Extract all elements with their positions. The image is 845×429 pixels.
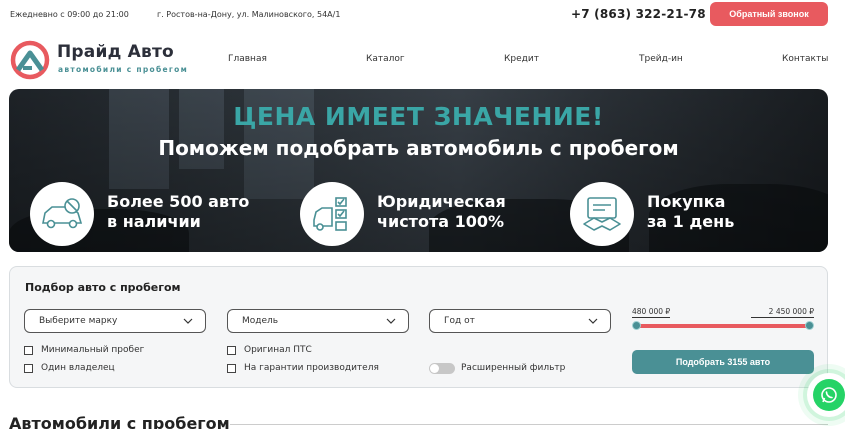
- brand-tagline: автомобили с пробегом: [58, 65, 189, 74]
- section-title: Автомобили с пробегом: [9, 414, 230, 429]
- whatsapp-icon: [813, 379, 845, 411]
- price-min-input[interactable]: 480 000 ₽: [632, 307, 671, 318]
- feature-text: Более 500 авто в наличии: [107, 192, 249, 232]
- feature-text: Юридическая чистота 100%: [377, 192, 506, 232]
- checkbox-label: Один владелец: [41, 363, 115, 373]
- nav-item-credit[interactable]: Кредит: [504, 54, 539, 64]
- callback-button[interactable]: Обратный звонок: [710, 2, 828, 26]
- search-cars-button[interactable]: Подобрать 3155 авто: [632, 350, 814, 374]
- feature-text: Покупка за 1 день: [647, 192, 734, 232]
- handshake-contract-icon: [570, 182, 634, 246]
- brand-select[interactable]: Выберите марку: [24, 309, 206, 333]
- chevron-down-icon: [386, 318, 396, 324]
- banner-subline: Поможем подобрать автомобиль с пробегом: [158, 136, 679, 160]
- working-hours: Ежедневно с 09:00 до 21:00: [10, 10, 129, 19]
- car-filter-panel: Подбор авто с пробегом Выберите марку Мо…: [9, 266, 828, 388]
- year-select-value: Год от: [444, 316, 475, 326]
- model-select-value: Модель: [242, 316, 279, 326]
- main-header: Прайд Авто автомобили с пробегом Главная…: [0, 36, 845, 84]
- nav-item-contacts[interactable]: Контакты: [782, 54, 828, 64]
- price-range-min-handle[interactable]: [632, 321, 641, 330]
- logo-icon[interactable]: [10, 40, 50, 80]
- price-range-max-handle[interactable]: [805, 321, 814, 330]
- checkbox-box[interactable]: [227, 345, 236, 355]
- feature-line: Покупка: [647, 192, 726, 211]
- checkbox-label: Оригинал ПТС: [244, 345, 312, 355]
- nav-item-catalog[interactable]: Каталог: [366, 54, 405, 64]
- banner-headline: ЦЕНА ИМЕЕТ ЗНАЧЕНИЕ!: [233, 102, 604, 131]
- checkbox-box[interactable]: [24, 345, 33, 355]
- advanced-filter-toggle[interactable]: [429, 363, 455, 374]
- model-select[interactable]: Модель: [227, 309, 409, 333]
- price-max-input[interactable]: 2 450 000 ₽: [751, 307, 814, 318]
- checkbox-warranty[interactable]: На гарантии производителя: [227, 363, 379, 373]
- brand-name[interactable]: Прайд Авто: [57, 42, 174, 62]
- nav-item-trade-in[interactable]: Трейд-ин: [639, 54, 683, 64]
- top-bar: Ежедневно с 09:00 до 21:00 г. Ростов-на-…: [0, 0, 845, 30]
- feature-line: Более 500 авто: [107, 192, 250, 211]
- car-icon: [30, 182, 94, 246]
- checkbox-one-owner[interactable]: Один владелец: [24, 363, 115, 373]
- chevron-down-icon: [183, 318, 193, 324]
- checkbox-label: На гарантии производителя: [244, 363, 379, 373]
- feature-line: Юридическая: [377, 192, 506, 211]
- phone-link[interactable]: +7 (863) 322-21-78: [571, 7, 706, 21]
- feature-line: в наличии: [107, 212, 201, 231]
- price-range-track: [637, 324, 810, 328]
- chevron-down-icon: [588, 318, 598, 324]
- checklist-car-icon: [300, 182, 364, 246]
- address: г. Ростов-на-Дону, ул. Малиновского, 54А…: [157, 10, 341, 19]
- feature-line: чистота 100%: [377, 212, 505, 231]
- toggle-knob: [430, 364, 439, 373]
- feature-line: за 1 день: [647, 212, 735, 231]
- checkbox-box[interactable]: [227, 363, 236, 373]
- brand-select-value: Выберите марку: [39, 316, 118, 326]
- checkbox-min-mileage[interactable]: Минимальный пробег: [24, 345, 144, 355]
- nav-item-home[interactable]: Главная: [228, 54, 267, 64]
- section-divider: [230, 424, 828, 425]
- whatsapp-button[interactable]: [807, 373, 845, 417]
- promo-banner: ЦЕНА ИМЕЕТ ЗНАЧЕНИЕ! Поможем подобрать а…: [9, 89, 828, 252]
- checkbox-label: Минимальный пробег: [41, 345, 145, 355]
- filter-title: Подбор авто с пробегом: [25, 281, 181, 294]
- year-select[interactable]: Год от: [429, 309, 611, 333]
- checkbox-box[interactable]: [24, 363, 33, 373]
- advanced-filter-label: Расширенный фильтр: [461, 363, 566, 373]
- checkbox-original-pts[interactable]: Оригинал ПТС: [227, 345, 312, 355]
